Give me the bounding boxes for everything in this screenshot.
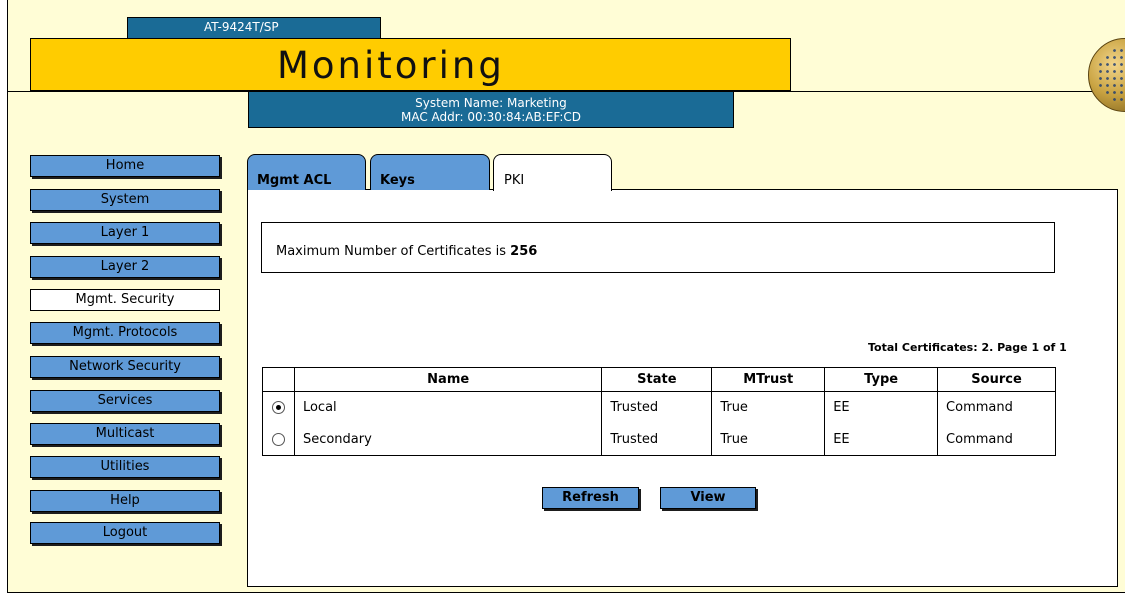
row-select-radio[interactable] [271, 401, 285, 415]
cell-state: Trusted [601, 391, 713, 424]
select-cell [262, 391, 295, 424]
cell-name: Secondary [293, 423, 603, 456]
column-header-name: Name [293, 367, 603, 392]
table-row: Local Trusted True EE Command [262, 391, 1056, 424]
sidebar-item-utilities[interactable]: Utilities [30, 456, 220, 478]
cell-source: Command [937, 423, 1056, 456]
sidebar-item-layer-1[interactable]: Layer 1 [30, 222, 220, 244]
cell-mtrust: True [711, 391, 826, 424]
sidebar-item-system[interactable]: System [30, 189, 220, 211]
sidebar-item-mgmt-security[interactable]: Mgmt. Security [30, 289, 220, 311]
cell-type: EE [824, 423, 939, 456]
select-cell [262, 423, 295, 456]
cell-type: EE [824, 391, 939, 424]
mac-address: MAC Addr: 00:30:84:AB:EF:CD [401, 110, 581, 124]
total-certificates: Total Certificates: 2. Page 1 of 1 [868, 341, 1067, 354]
cell-name: Local [293, 391, 603, 424]
view-button[interactable]: View [660, 487, 756, 509]
sidebar-item-mgmt-protocols[interactable]: Mgmt. Protocols [30, 322, 220, 344]
tab-pki[interactable]: PKI [493, 154, 612, 191]
cell-mtrust: True [711, 423, 826, 456]
column-header-source: Source [937, 367, 1056, 392]
sidebar-item-layer-2[interactable]: Layer 2 [30, 256, 220, 278]
cell-source: Command [937, 391, 1056, 424]
table-header-row: Name State MTrust Type Source [262, 367, 1056, 392]
device-model-label: AT-9424T/SP [127, 17, 381, 39]
sidebar-item-multicast[interactable]: Multicast [30, 423, 220, 445]
refresh-button[interactable]: Refresh [542, 487, 639, 509]
system-name: System Name: Marketing [415, 96, 567, 110]
max-certificates-label: Maximum Number of Certificates is [276, 244, 511, 259]
tab-keys[interactable]: Keys [370, 154, 490, 190]
table-row: Secondary Trusted True EE Command [262, 423, 1056, 456]
tab-mgmt-acl[interactable]: Mgmt ACL [247, 154, 366, 190]
system-info: System Name: Marketing MAC Addr: 00:30:8… [248, 91, 734, 128]
max-certificates-value: 256 [510, 244, 538, 259]
sidebar-item-logout[interactable]: Logout [30, 522, 220, 544]
column-header-state: State [601, 367, 713, 392]
certificates-table: Name State MTrust Type Source Local Trus… [262, 367, 1056, 456]
sidebar-item-network-security[interactable]: Network Security [30, 356, 220, 378]
page-title: Monitoring [277, 44, 505, 87]
column-header-mtrust: MTrust [711, 367, 826, 392]
sidebar-item-home[interactable]: Home [30, 155, 220, 177]
column-header-type: Type [824, 367, 939, 392]
select-column-header [262, 367, 295, 392]
row-select-radio[interactable] [271, 432, 285, 446]
sidebar-item-help[interactable]: Help [30, 490, 220, 512]
sidebar-item-services[interactable]: Services [30, 390, 220, 412]
max-certificates-box: Maximum Number of Certificates is 256 [261, 222, 1055, 273]
cell-state: Trusted [601, 423, 713, 456]
